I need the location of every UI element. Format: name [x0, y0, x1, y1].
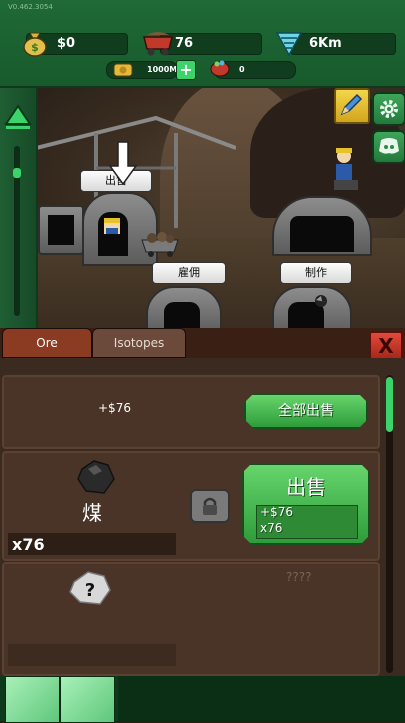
money-counter: $ $0 [23, 32, 128, 57]
minecart-value: 76 [175, 36, 194, 51]
unknown-ore-icon: ? [69, 571, 111, 605]
storage-door [48, 215, 74, 245]
plus-icon: + [179, 60, 193, 79]
close-button[interactable]: X [369, 331, 403, 361]
discord-button[interactable] [372, 130, 405, 164]
sell-count: x76 [260, 521, 283, 535]
lock-icon [203, 497, 217, 515]
minecart-icon [143, 32, 173, 56]
mine-size-value: 1000M [147, 65, 178, 74]
bottom-tile-2[interactable] [60, 676, 115, 723]
storage-shed [38, 205, 84, 255]
depth-value: 6Km [309, 36, 342, 51]
coin-icon [113, 63, 133, 77]
gear-icon [380, 100, 398, 118]
edit-button[interactable] [334, 88, 370, 124]
gem-sack-icon [210, 60, 230, 77]
total-value: +$76 [98, 401, 131, 415]
ore-cart-icon[interactable] [140, 232, 180, 258]
top-hud: V0.462.3054 $ $0 76 6Km 1000M + 0 [0, 0, 405, 88]
fan-icon [315, 295, 327, 307]
money-value: $0 [57, 36, 76, 51]
tab-ore[interactable]: Ore [2, 328, 92, 358]
bottom-bar [0, 676, 405, 723]
up-arrow-icon[interactable] [4, 104, 32, 130]
money-bag-icon: $ [23, 32, 47, 57]
hire-sign[interactable]: 雇佣 [152, 262, 226, 284]
drill-icon [275, 32, 303, 57]
pointer-arrow-icon [108, 141, 138, 186]
bottom-tile-1[interactable] [5, 676, 60, 723]
depth-scroll-knob[interactable] [13, 168, 21, 178]
ore-count: x76 [12, 535, 45, 554]
list-item: ? ???? [2, 562, 380, 676]
miner-portrait-icon [104, 218, 120, 234]
version-label: V0.462.3054 [8, 3, 53, 11]
craft-sign[interactable]: 制作 [280, 262, 352, 284]
unknown-count-bar [8, 644, 176, 666]
add-button[interactable]: + [176, 60, 196, 80]
pencil-icon [340, 93, 363, 116]
gem-value: 0 [239, 65, 245, 74]
sell-all-button[interactable]: 全部出售 [244, 393, 368, 429]
elevator-operator-icon[interactable] [326, 146, 366, 194]
sell-value: +$76 [260, 505, 293, 519]
gem-counter: 0 [210, 60, 296, 79]
sell-label: 出售 [286, 475, 326, 499]
ore-count-bar: x76 [8, 533, 176, 555]
list-item: 煤 出售 +$76 x76 x76 [2, 451, 380, 561]
minecart-counter: 76 [143, 32, 262, 56]
coal-ore-icon [77, 460, 115, 494]
discord-icon [379, 138, 399, 154]
elevator-door [290, 216, 354, 252]
bottom-banner [118, 676, 405, 721]
sell-all-card: +$76 全部出售 [2, 375, 380, 449]
mine-size-counter: 1000M [106, 61, 178, 79]
ore-name: 煤 [82, 501, 102, 525]
elevator-building[interactable] [272, 196, 372, 256]
svg-text:$: $ [31, 41, 39, 54]
tab-isotopes[interactable]: Isotopes [92, 328, 186, 358]
unknown-ore-name: ???? [286, 570, 312, 584]
sell-button[interactable]: 出售 +$76 x76 [242, 463, 370, 545]
panel-scroll-thumb[interactable] [386, 377, 393, 432]
svg-text:?: ? [85, 580, 95, 601]
left-elevator-rail [0, 88, 38, 330]
settings-button[interactable] [372, 92, 405, 126]
lock-button[interactable] [190, 489, 230, 523]
depth-counter: 6Km [275, 32, 396, 57]
